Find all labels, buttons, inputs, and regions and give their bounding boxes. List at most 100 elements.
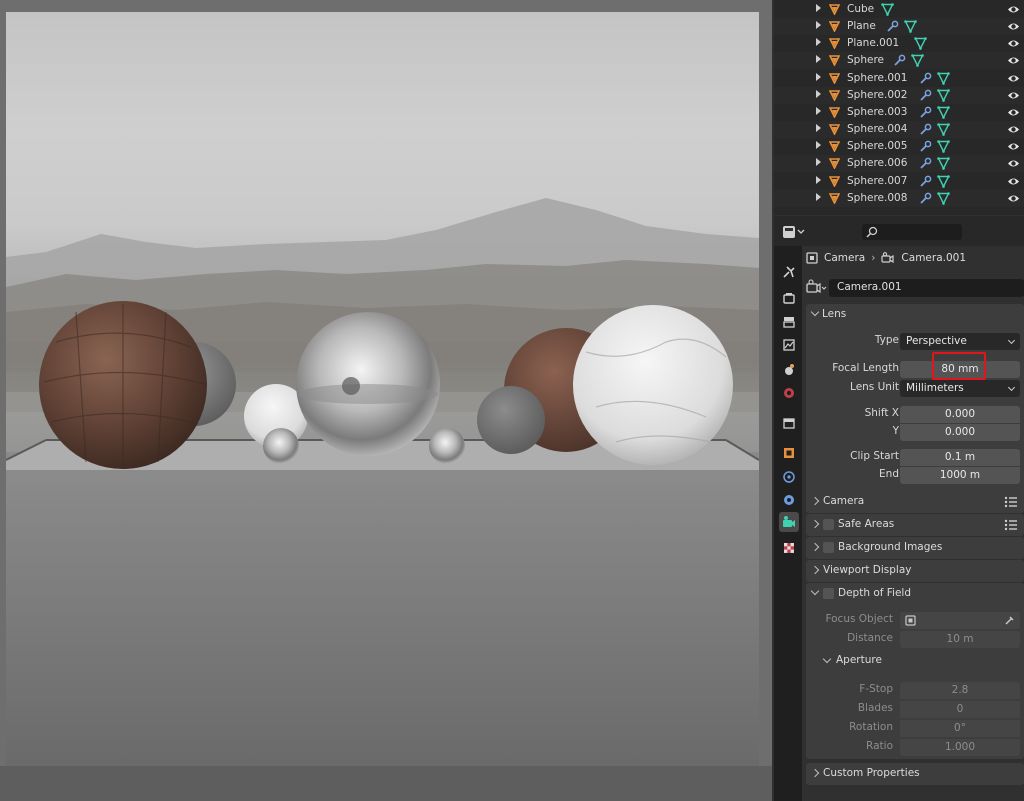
lens-unit-dropdown[interactable]: Millimeters xyxy=(900,380,1020,397)
expand-arrow-icon[interactable] xyxy=(816,55,821,63)
rotation-field[interactable]: 0° xyxy=(900,720,1020,737)
camera-panel-header[interactable]: Camera xyxy=(806,491,1024,513)
tab-physics[interactable] xyxy=(779,467,799,487)
tab-collection[interactable] xyxy=(779,413,799,433)
background-images-panel-header[interactable]: Background Images xyxy=(806,537,1024,559)
tab-object[interactable] xyxy=(779,443,799,463)
eye-icon[interactable] xyxy=(1007,38,1020,49)
wrench-icon[interactable] xyxy=(919,157,932,170)
eye-icon[interactable] xyxy=(1007,107,1020,118)
camera-data-browse-icon[interactable] xyxy=(806,279,828,297)
expand-arrow-icon[interactable] xyxy=(816,4,821,12)
mesh-data-icon[interactable] xyxy=(937,72,950,85)
shift-y-field[interactable]: 0.000 xyxy=(900,424,1020,441)
clip-end-field[interactable]: 1000 m xyxy=(900,467,1020,484)
mesh-data-icon[interactable] xyxy=(937,123,950,136)
outliner-item-name[interactable]: Sphere.002 xyxy=(847,89,907,101)
wrench-icon[interactable] xyxy=(919,140,932,153)
expand-arrow-icon[interactable] xyxy=(816,193,821,201)
blades-field[interactable]: 0 xyxy=(900,701,1020,718)
wrench-icon[interactable] xyxy=(919,123,932,136)
eye-icon[interactable] xyxy=(1007,21,1020,32)
eyedropper-icon[interactable] xyxy=(1004,615,1015,626)
eye-icon[interactable] xyxy=(1007,4,1020,15)
outliner-item-name[interactable]: Sphere.001 xyxy=(847,72,907,84)
safe-areas-panel-header[interactable]: Safe Areas xyxy=(806,514,1024,536)
tab-constraints[interactable] xyxy=(779,490,799,510)
outliner-item[interactable]: Sphere.004 xyxy=(774,121,1024,138)
wrench-icon[interactable] xyxy=(919,192,932,205)
outliner-item[interactable]: Plane.001 xyxy=(774,35,1024,52)
wrench-icon[interactable] xyxy=(919,72,932,85)
expand-arrow-icon[interactable] xyxy=(816,90,821,98)
chevron-down-icon[interactable] xyxy=(822,654,832,664)
tab-scene[interactable] xyxy=(779,359,799,379)
eye-icon[interactable] xyxy=(1007,176,1020,187)
outliner-item-name[interactable]: Sphere.007 xyxy=(847,175,907,187)
tab-view-layer[interactable] xyxy=(779,335,799,355)
expand-arrow-icon[interactable] xyxy=(816,176,821,184)
mesh-data-icon[interactable] xyxy=(904,20,917,33)
expand-arrow-icon[interactable] xyxy=(816,21,821,29)
wrench-icon[interactable] xyxy=(893,54,906,67)
outliner-item[interactable]: Sphere.003 xyxy=(774,104,1024,121)
expand-arrow-icon[interactable] xyxy=(816,38,821,46)
outliner-item-name[interactable]: Sphere.008 xyxy=(847,192,907,204)
shift-x-field[interactable]: 0.000 xyxy=(900,406,1020,423)
lens-type-dropdown[interactable]: Perspective xyxy=(900,333,1020,350)
tab-world[interactable] xyxy=(779,383,799,403)
eye-icon[interactable] xyxy=(1007,193,1020,204)
expand-arrow-icon[interactable] xyxy=(816,107,821,115)
search-input[interactable] xyxy=(862,224,962,240)
outliner-item-name[interactable]: Plane xyxy=(847,20,876,32)
focus-object-field[interactable] xyxy=(900,612,1020,629)
distance-field[interactable]: 10 m xyxy=(900,631,1020,648)
eye-icon[interactable] xyxy=(1007,90,1020,101)
outliner-item[interactable]: Sphere xyxy=(774,52,1024,69)
outliner-item-name[interactable]: Sphere.005 xyxy=(847,140,907,152)
outliner-item-name[interactable]: Sphere.006 xyxy=(847,157,907,169)
expand-arrow-icon[interactable] xyxy=(816,158,821,166)
expand-arrow-icon[interactable] xyxy=(816,141,821,149)
render-viewport[interactable] xyxy=(0,0,772,801)
outliner-item-name[interactable]: Cube xyxy=(847,3,874,15)
mesh-data-icon[interactable] xyxy=(881,3,895,16)
wrench-icon[interactable] xyxy=(886,20,899,33)
outliner-item[interactable]: Sphere.007 xyxy=(774,173,1024,190)
chevron-down-icon[interactable] xyxy=(810,307,820,317)
eye-icon[interactable] xyxy=(1007,158,1020,169)
chevron-down-icon[interactable] xyxy=(810,586,820,596)
lens-panel-title[interactable]: Lens xyxy=(822,308,846,320)
outliner-item[interactable]: Plane xyxy=(774,18,1024,35)
properties-editor[interactable]: Camera › Camera.001 Camera.001 Lens Type… xyxy=(774,216,1024,801)
wrench-icon[interactable] xyxy=(919,106,932,119)
tab-render[interactable] xyxy=(779,288,799,308)
editor-type-icon[interactable] xyxy=(782,224,806,240)
expand-arrow-icon[interactable] xyxy=(816,73,821,81)
camera-data-name-field[interactable]: Camera.001 xyxy=(829,279,1024,297)
custom-properties-panel-header[interactable]: Custom Properties xyxy=(806,763,1024,785)
mesh-data-icon[interactable] xyxy=(937,175,950,188)
depth-of-field-title[interactable]: Depth of Field xyxy=(838,587,911,599)
outliner-item-name[interactable]: Plane.001 xyxy=(847,37,899,49)
aperture-title[interactable]: Aperture xyxy=(836,654,882,666)
outliner-item[interactable]: Cube xyxy=(774,1,1024,18)
tab-texture[interactable] xyxy=(779,538,799,558)
mesh-data-icon[interactable] xyxy=(937,89,950,102)
list-icon[interactable] xyxy=(1004,496,1018,508)
wrench-icon[interactable] xyxy=(919,175,932,188)
outliner-item[interactable]: Sphere.005 xyxy=(774,138,1024,155)
eye-icon[interactable] xyxy=(1007,124,1020,135)
eye-icon[interactable] xyxy=(1007,73,1020,84)
mesh-data-icon[interactable] xyxy=(937,157,950,170)
background-images-checkbox[interactable] xyxy=(823,542,834,553)
eye-icon[interactable] xyxy=(1007,141,1020,152)
fstop-field[interactable]: 2.8 xyxy=(900,682,1020,699)
outliner-item-name[interactable]: Sphere.003 xyxy=(847,106,907,118)
outliner-item[interactable]: Sphere.002 xyxy=(774,87,1024,104)
mesh-data-icon[interactable] xyxy=(910,54,924,67)
outliner-item[interactable]: Sphere.001 xyxy=(774,70,1024,87)
safe-areas-checkbox[interactable] xyxy=(823,519,834,530)
eye-icon[interactable] xyxy=(1007,55,1020,66)
expand-arrow-icon[interactable] xyxy=(816,124,821,132)
